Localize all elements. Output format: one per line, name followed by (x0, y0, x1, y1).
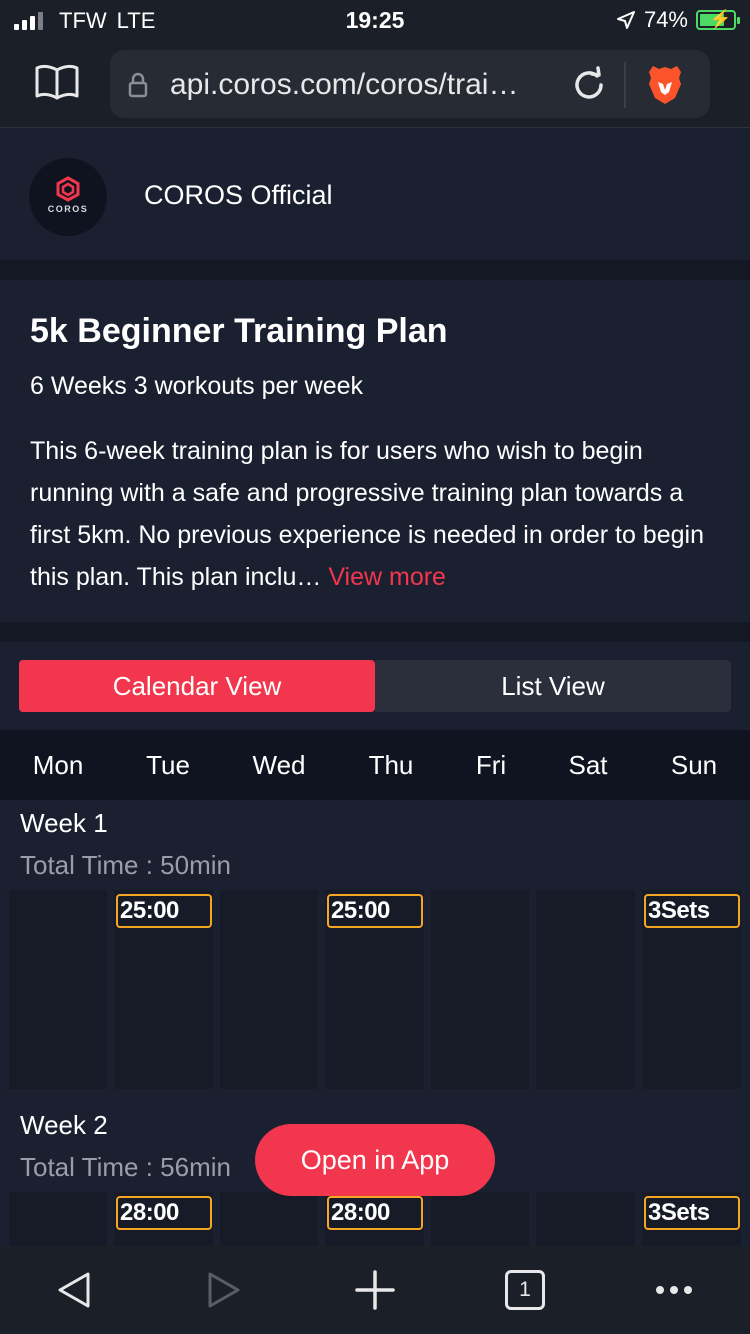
tabs-count-button[interactable]: 1 (505, 1270, 545, 1310)
workout-tag[interactable]: 25:00 (327, 894, 423, 928)
weekday-mon: Mon (32, 750, 84, 780)
day-cell-tue[interactable]: 28:00 (114, 1192, 213, 1246)
forward-arrow-icon[interactable] (202, 1268, 246, 1312)
url-field[interactable]: api.coros.com/coros/trai… (110, 50, 710, 118)
plan-subtitle: 6 Weeks 3 workouts per week (30, 372, 364, 400)
more-menu-icon[interactable] (652, 1268, 696, 1312)
weekday-tue: Tue (146, 750, 190, 780)
weekday-thu: Thu (368, 750, 414, 780)
browser-toolbar: 1 (0, 1246, 750, 1334)
day-cell-sun[interactable]: 3Sets (642, 1192, 741, 1246)
week-total-time: Total Time : 56min (20, 1152, 231, 1182)
view-more-link[interactable]: View more (328, 563, 446, 591)
status-right: 74% ⚡ (616, 7, 740, 33)
reload-icon[interactable] (570, 66, 608, 104)
plan-info: 5k Beginner Training Plan 6 Weeks 3 work… (0, 280, 750, 622)
workout-tag[interactable]: 3Sets (644, 894, 740, 928)
url-divider (624, 62, 626, 108)
view-toggle: Calendar View List View (0, 642, 750, 730)
day-cell-sun[interactable]: 3Sets (642, 890, 741, 1089)
back-arrow-icon[interactable] (52, 1268, 96, 1312)
week-block-1: Week 1 Total Time : 50min 25:00 25:00 3S… (0, 800, 750, 1102)
day-cell-fri[interactable] (431, 1192, 529, 1246)
calendar-view-tab[interactable]: Calendar View (19, 660, 375, 712)
weekday-wed: Wed (252, 750, 306, 780)
charging-bolt-icon: ⚡ (709, 9, 732, 29)
day-cell-fri[interactable] (431, 890, 529, 1089)
workout-tag[interactable]: 25:00 (116, 894, 212, 928)
workout-tag[interactable]: 3Sets (644, 1196, 740, 1230)
day-cell-sat[interactable] (536, 1192, 635, 1246)
coros-hexagon-icon (56, 176, 80, 202)
day-cell-mon[interactable] (9, 890, 107, 1089)
coros-logo-wordmark: COROS (47, 204, 89, 214)
day-cell-thu[interactable]: 25:00 (325, 890, 424, 1089)
new-tab-plus-icon[interactable] (353, 1268, 397, 1312)
day-cell-mon[interactable] (9, 1192, 107, 1246)
day-cell-tue[interactable]: 25:00 (114, 890, 213, 1089)
week-title: Week 1 (20, 808, 108, 838)
plan-description: This 6-week training plan is for users w… (30, 430, 730, 598)
weekday-sat: Sat (568, 750, 608, 780)
battery-percent: 74% (643, 7, 688, 32)
workout-tag[interactable]: 28:00 (327, 1196, 423, 1230)
day-cell-sat[interactable] (536, 890, 635, 1089)
week-total-time: Total Time : 50min (20, 850, 231, 880)
workout-tag[interactable]: 28:00 (116, 1196, 212, 1230)
day-cell-thu[interactable]: 28:00 (325, 1192, 424, 1246)
plan-title: 5k Beginner Training Plan (30, 312, 448, 350)
url-text: api.coros.com/coros/trai… (170, 68, 519, 101)
brave-lion-icon[interactable] (645, 62, 685, 106)
day-cell-wed[interactable] (220, 890, 318, 1089)
weekday-sun: Sun (670, 750, 718, 780)
battery-icon: ⚡ (696, 9, 740, 30)
weekday-fri: Fri (475, 750, 507, 780)
browser-address-bar: api.coros.com/coros/trai… (0, 40, 750, 128)
list-view-tab[interactable]: List View (375, 660, 731, 712)
publisher-name[interactable]: COROS Official (144, 180, 333, 211)
week-title: Week 2 (20, 1110, 108, 1140)
coros-logo-avatar: COROS (29, 158, 107, 236)
status-bar: TFW LTE 19:25 74% ⚡ (0, 0, 750, 40)
weekday-header: Mon Tue Wed Thu Fri Sat Sun (0, 730, 750, 800)
day-cell-wed[interactable] (220, 1192, 318, 1246)
open-in-app-button[interactable]: Open in App (255, 1124, 495, 1196)
bookmarks-book-icon[interactable] (34, 62, 80, 102)
location-arrow-icon (616, 11, 635, 29)
lock-icon (128, 72, 148, 98)
publisher-header: COROS COROS Official (0, 128, 750, 260)
